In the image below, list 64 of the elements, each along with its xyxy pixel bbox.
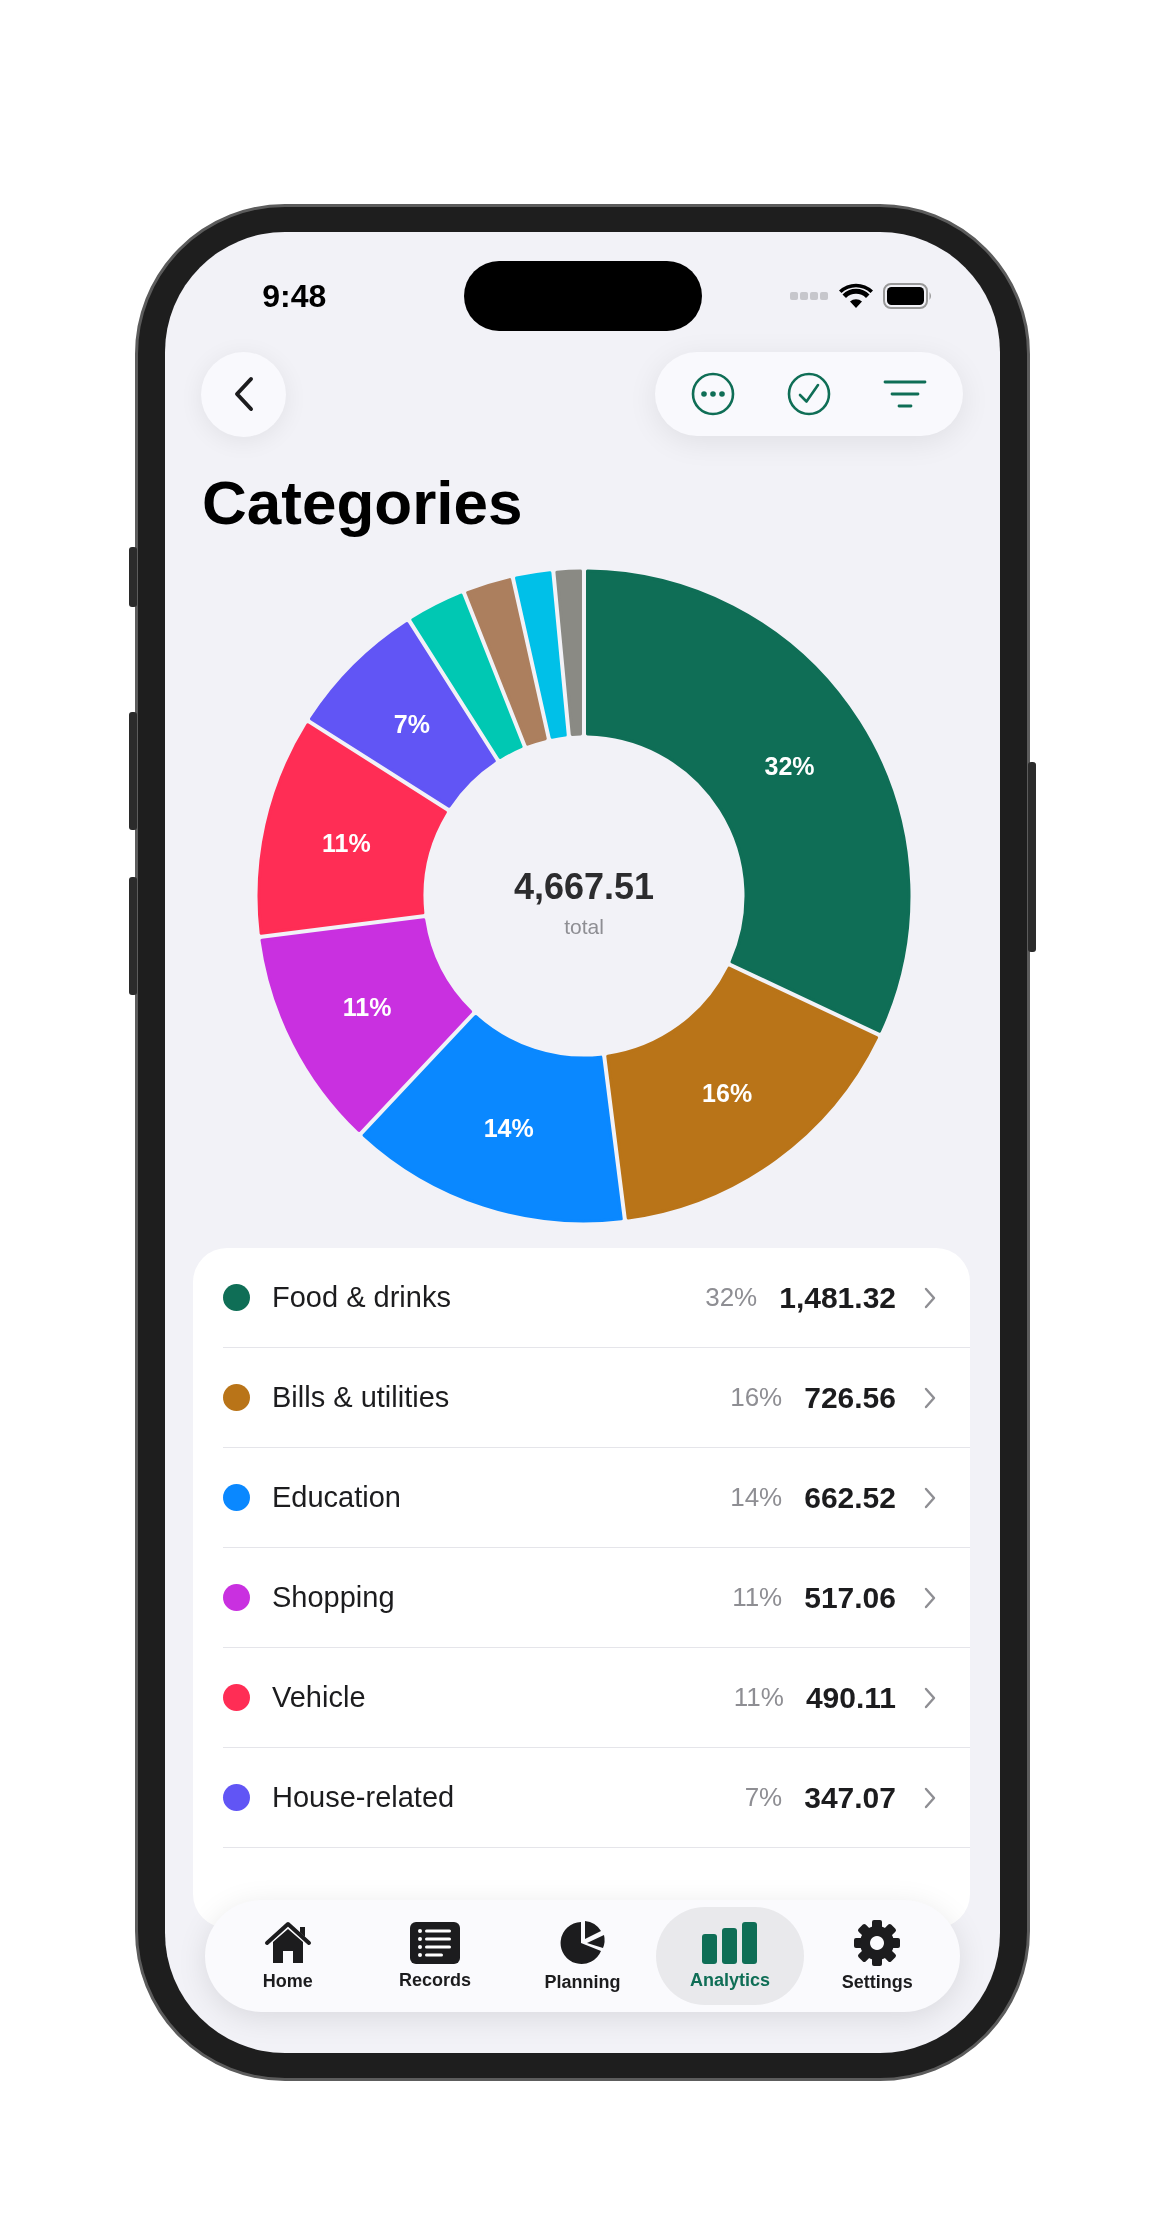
chevron-icon (924, 1686, 936, 1709)
chevron-icon (924, 1786, 936, 1809)
status-time: 9:48 (262, 277, 327, 315)
slice-label: 16% (701, 1079, 752, 1107)
category-name: Vehicle (272, 1681, 367, 1714)
donut-slice[interactable] (605, 966, 878, 1220)
wifi-icon (838, 283, 873, 309)
page-title: Categories (202, 467, 524, 539)
category-amount: 1,481.32 (779, 1280, 896, 1315)
chevron-icon (924, 1386, 936, 1409)
category-row[interactable]: House-related 7% 347.07 (223, 1748, 970, 1848)
tab[interactable]: Home (214, 1907, 362, 2005)
bar-chart-icon (701, 1921, 758, 1964)
tab[interactable]: Planning (508, 1907, 657, 2005)
slice-label: 14% (483, 1113, 534, 1142)
donut-slice[interactable] (309, 622, 496, 808)
house-icon (263, 1920, 312, 1965)
donut-slice[interactable] (554, 569, 582, 736)
total-label: total (563, 914, 604, 938)
slice-label: 11% (321, 828, 371, 857)
category-percent: 11% (733, 1682, 784, 1713)
category-amount: 490.11 (805, 1680, 896, 1715)
category-name: Shopping (272, 1581, 396, 1614)
category-row[interactable]: Food & drinks 32% 1,481.32 (223, 1248, 970, 1348)
tab[interactable]: Settings (803, 1907, 952, 2005)
category-amount: 662.52 (804, 1480, 896, 1515)
donut-slice[interactable] (465, 578, 547, 746)
category-amount: 726.56 (804, 1380, 896, 1415)
list-icon (410, 1921, 461, 1964)
total-amount: 4,667.51 (513, 865, 654, 907)
category-row[interactable]: Bills & utilities 16% 726.56 (223, 1348, 970, 1448)
category-name: Bills & utilities (272, 1381, 451, 1414)
category-name: House-related (272, 1781, 456, 1814)
pie-chart-icon (559, 1919, 606, 1966)
gear-icon (854, 1919, 901, 1966)
category-percent: 16% (730, 1382, 783, 1413)
back-icon (232, 376, 255, 412)
checkmark-icon (787, 372, 831, 416)
category-percent: 11% (732, 1582, 783, 1613)
category-row[interactable]: Shopping 11% 517.06 (223, 1548, 970, 1648)
category-row[interactable]: Education 14% 662.52 (223, 1448, 970, 1548)
category-percent: 14% (730, 1482, 783, 1513)
donut-slice[interactable] (260, 918, 472, 1132)
donut-slice[interactable] (362, 1014, 623, 1223)
category-percent: 7% (744, 1782, 783, 1813)
tab[interactable]: Analytics (656, 1907, 804, 2005)
category-name: Food & drinks (272, 1281, 452, 1314)
chevron-icon (924, 1486, 936, 1509)
category-name: Education (272, 1481, 402, 1514)
chevron-icon (924, 1586, 936, 1609)
chevron-icon (924, 1286, 936, 1309)
slice-label: 32% (764, 751, 815, 780)
donut-slice[interactable] (514, 571, 567, 739)
slice-label: 11% (342, 992, 391, 1021)
category-percent: 32% (705, 1282, 758, 1313)
signal-icon (788, 291, 829, 301)
filter-icon (883, 379, 927, 409)
category-amount: 347.07 (804, 1780, 896, 1815)
slice-label: 7% (393, 709, 430, 738)
battery-icon (882, 283, 933, 309)
category-amount: 517.06 (804, 1580, 896, 1615)
more-icon (691, 372, 735, 416)
category-row[interactable]: Vehicle 11% 490.11 (223, 1648, 970, 1748)
tab[interactable]: Records (361, 1907, 509, 2005)
